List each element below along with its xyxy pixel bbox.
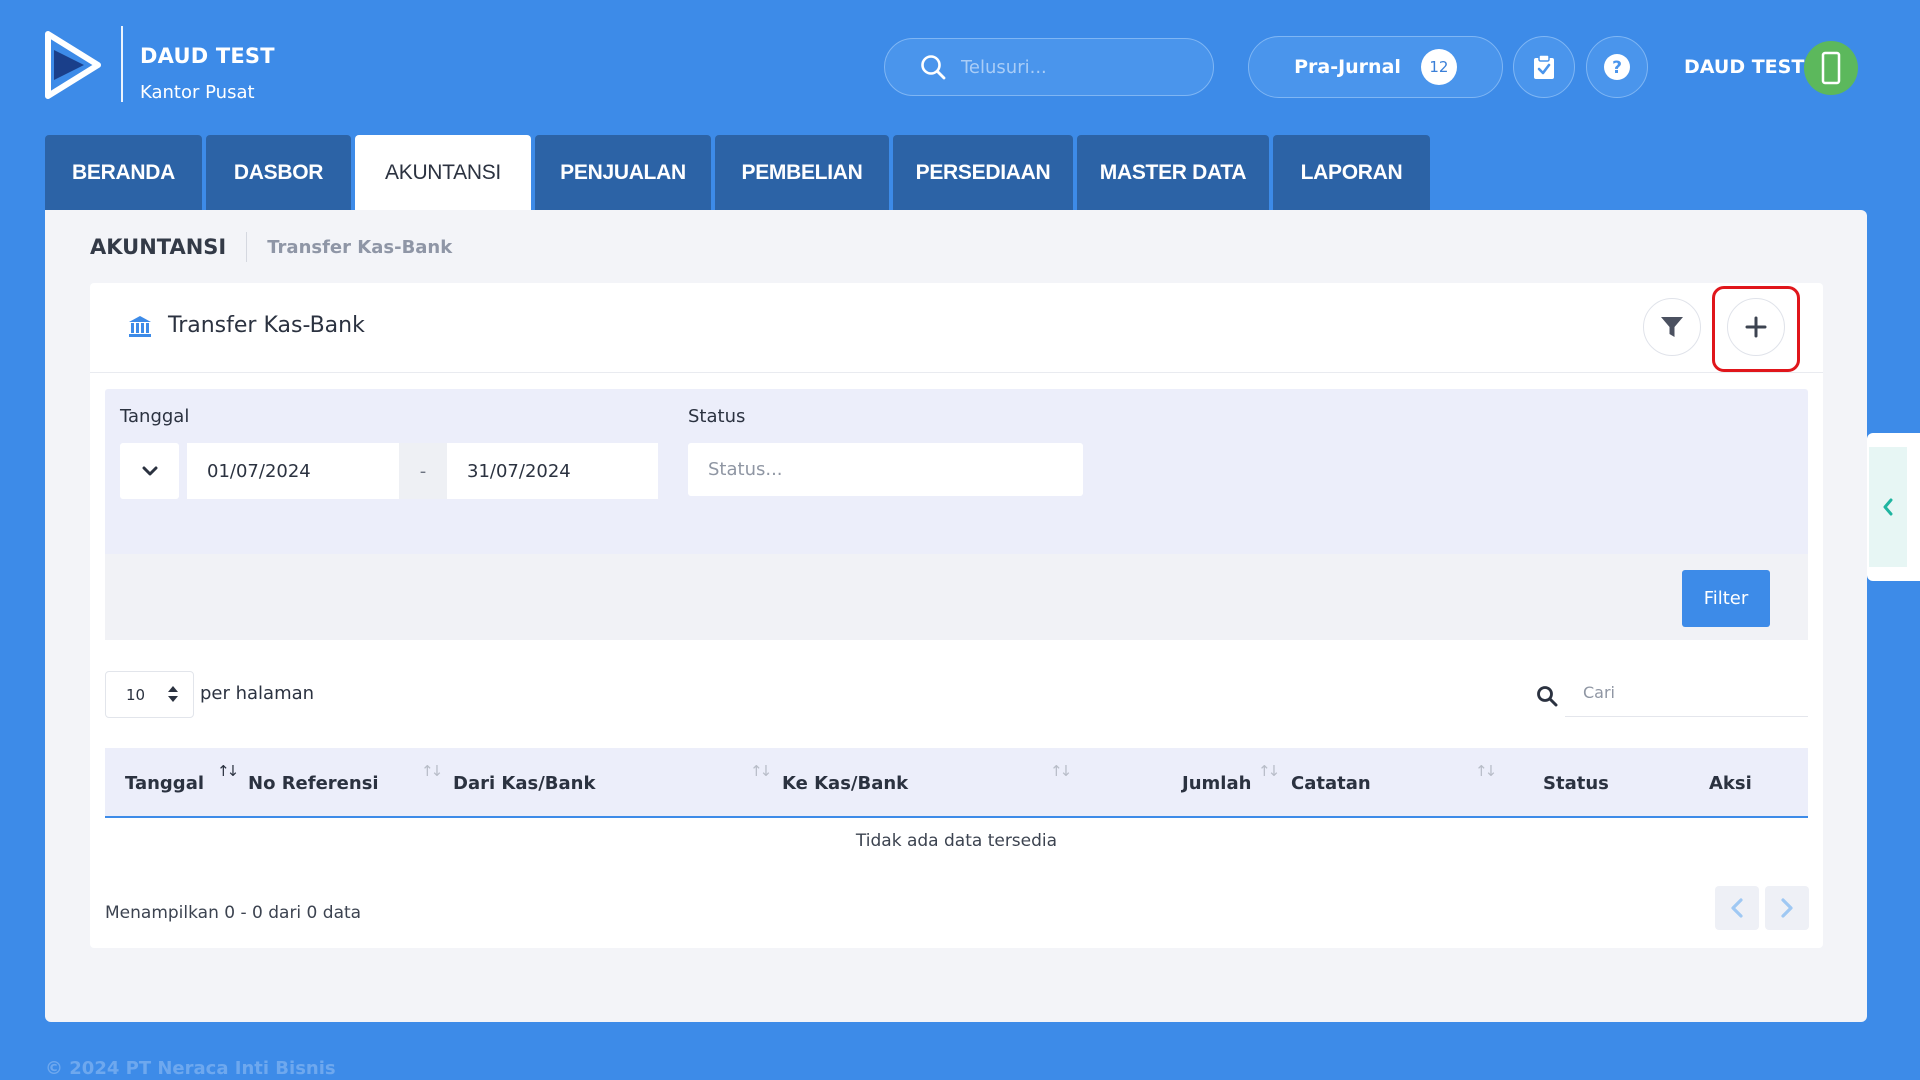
table-search-input[interactable] xyxy=(1565,669,1808,717)
prajurnal-label: Pra-Jurnal xyxy=(1294,56,1401,78)
column-jumlah[interactable]: Jumlah xyxy=(1182,748,1251,818)
main-content: AKUNTANSI Transfer Kas-Bank Transfer Kas… xyxy=(45,210,1867,1022)
clipboard-check-icon xyxy=(1534,54,1554,79)
panel-header: Transfer Kas-Bank xyxy=(90,283,1823,373)
help-button[interactable]: ? xyxy=(1586,36,1648,98)
date-to-input[interactable] xyxy=(447,443,658,499)
company-branch: Kantor Pusat xyxy=(140,82,255,103)
date-from-input[interactable] xyxy=(187,443,399,499)
next-page-button[interactable] xyxy=(1765,886,1809,930)
column-tanggal[interactable]: Tanggal xyxy=(125,748,204,818)
sort-icon[interactable]: ↑↓ xyxy=(421,762,443,780)
breadcrumb-current: Transfer Kas-Bank xyxy=(267,236,453,258)
company-name: DAUD TEST xyxy=(140,44,275,68)
sort-icon[interactable]: ↑↓ xyxy=(750,762,772,780)
per-page-select[interactable]: 10 xyxy=(105,671,194,718)
filter-actions xyxy=(105,554,1808,640)
filter-icon xyxy=(1661,317,1683,337)
breadcrumb-root[interactable]: AKUNTANSI xyxy=(90,235,226,259)
logo-divider xyxy=(121,26,123,102)
per-page-value: 10 xyxy=(126,685,146,704)
table-header: Tanggal ↑↓ No Referensi ↑↓ Dari Kas/Bank… xyxy=(105,748,1808,818)
column-dari-kas-bank[interactable]: Dari Kas/Bank xyxy=(453,748,595,818)
transfer-panel: Transfer Kas-Bank Tanggal 01/07/2024 - 3… xyxy=(90,283,1823,948)
prajurnal-button[interactable]: Pra-Jurnal 12 xyxy=(1248,36,1503,98)
column-aksi: Aksi xyxy=(1709,772,1752,794)
empty-table-message: Tidak ada data tersedia xyxy=(855,831,1058,851)
column-status: Status xyxy=(1543,772,1609,794)
filter-area: Tanggal - Status Filter xyxy=(105,389,1808,640)
breadcrumb-divider xyxy=(246,232,248,262)
sort-icon[interactable]: ↑↓ xyxy=(217,762,239,780)
svg-text:?: ? xyxy=(1612,58,1622,78)
global-search[interactable] xyxy=(884,38,1214,96)
sort-icon[interactable]: ↑↓ xyxy=(1050,762,1072,780)
search-icon xyxy=(921,55,946,80)
date-label: Tanggal xyxy=(120,406,190,427)
app-logo[interactable] xyxy=(44,30,102,100)
chevron-left-icon xyxy=(1883,498,1893,516)
date-separator: - xyxy=(399,443,447,499)
help-icon: ? xyxy=(1604,54,1630,80)
user-avatar[interactable] xyxy=(1804,41,1858,95)
add-button-highlight xyxy=(1712,286,1800,372)
user-name[interactable]: DAUD TEST xyxy=(1684,56,1804,78)
status-label: Status xyxy=(688,406,746,427)
sort-icon[interactable]: ↑↓ xyxy=(1258,762,1280,780)
per-page-label: per halaman xyxy=(200,683,315,704)
tasks-button[interactable] xyxy=(1513,36,1575,98)
breadcrumb: AKUNTANSI Transfer Kas-Bank xyxy=(90,232,452,262)
search-icon xyxy=(1537,686,1558,707)
column-ke-kas-bank[interactable]: Ke Kas/Bank xyxy=(782,748,908,818)
tab-akuntansi[interactable]: AKUNTANSI xyxy=(355,135,531,210)
tab-penjualan[interactable]: PENJUALAN xyxy=(535,135,711,210)
phone-icon xyxy=(1821,51,1841,85)
global-search-input[interactable] xyxy=(961,56,1191,78)
table-info: Menampilkan 0 - 0 dari 0 data xyxy=(105,903,362,923)
tab-master-data[interactable]: MASTER DATA xyxy=(1077,135,1269,210)
date-range-dropdown[interactable] xyxy=(120,443,179,499)
column-no-referensi[interactable]: No Referensi xyxy=(248,748,379,818)
main-nav-tabs: BERANDA DASBOR AKUNTANSI PENJUALAN PEMBE… xyxy=(45,135,1434,210)
filter-button[interactable]: Filter xyxy=(1682,570,1770,627)
copyright: © 2024 PT Neraca Inti Bisnis xyxy=(45,1058,336,1079)
chevron-left-icon xyxy=(1731,898,1743,918)
tab-laporan[interactable]: LAPORAN xyxy=(1273,135,1430,210)
panel-title: Transfer Kas-Bank xyxy=(168,313,365,338)
tab-pembelian[interactable]: PEMBELIAN xyxy=(715,135,889,210)
panel-title-wrap: Transfer Kas-Bank xyxy=(128,313,365,338)
tab-persediaan[interactable]: PERSEDIAAN xyxy=(893,135,1073,210)
side-panel-toggle-button[interactable] xyxy=(1869,447,1907,567)
prajurnal-count-badge: 12 xyxy=(1420,49,1457,85)
side-panel-toggle xyxy=(1867,433,1920,581)
tab-dasbor[interactable]: DASBOR xyxy=(206,135,351,210)
tab-beranda[interactable]: BERANDA xyxy=(45,135,202,210)
chevron-right-icon xyxy=(1781,898,1793,918)
toggle-filter-button[interactable] xyxy=(1643,298,1701,356)
prev-page-button[interactable] xyxy=(1715,886,1759,930)
column-catatan[interactable]: Catatan xyxy=(1291,748,1371,818)
status-select[interactable] xyxy=(688,443,1083,496)
sort-icon[interactable]: ↑↓ xyxy=(1475,762,1497,780)
chevron-down-icon xyxy=(142,466,157,476)
bank-icon xyxy=(129,315,151,337)
sort-updown-icon xyxy=(168,686,178,702)
